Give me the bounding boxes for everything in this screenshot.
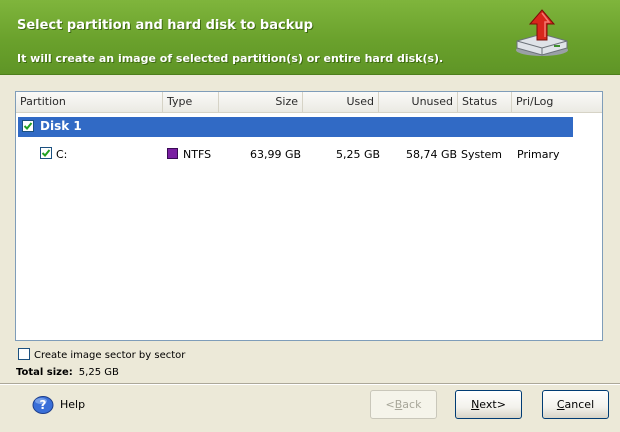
back-rest: ack: [402, 398, 422, 411]
back-prefix: <: [385, 398, 395, 411]
total-size: Total size: 5,25 GB: [16, 367, 119, 378]
partition-row[interactable]: C: NTFS 63,99 GB 5,25 GB 58,74 GB System…: [18, 145, 588, 165]
next-rest: ext>: [479, 398, 506, 411]
sector-by-sector-option[interactable]: Create image sector by sector: [18, 348, 185, 361]
cancel-mnemonic: C: [556, 398, 565, 411]
disk-backup-icon: [516, 9, 568, 56]
backup-wizard-dialog: Select partition and hard disk to backup…: [0, 0, 620, 432]
column-pri-log[interactable]: Pri/Log: [512, 92, 602, 112]
partition-used: 5,25 GB: [336, 148, 381, 161]
checkmark-icon: [41, 149, 51, 157]
list-header: Partition Type Size Used Unused Status P…: [16, 92, 602, 113]
disk-row[interactable]: Disk 1: [18, 117, 573, 137]
column-unused[interactable]: Unused: [379, 92, 458, 112]
partition-pri-log: Primary: [517, 148, 560, 161]
partition-size: 63,99 GB: [250, 148, 302, 161]
cancel-rest: ancel: [564, 398, 595, 411]
partition-list[interactable]: Partition Type Size Used Unused Status P…: [15, 91, 603, 341]
disk-checkbox[interactable]: [22, 120, 34, 132]
page-title: Select partition and hard disk to backup: [17, 18, 313, 33]
column-used[interactable]: Used: [303, 92, 379, 112]
sector-by-sector-checkbox[interactable]: [18, 348, 30, 360]
column-type[interactable]: Type: [163, 92, 219, 112]
help-icon: ?: [32, 396, 54, 414]
help-label: Help: [60, 398, 86, 411]
partition-name: C:: [56, 148, 68, 161]
svg-text:?: ?: [40, 398, 47, 412]
total-size-label: Total size:: [16, 367, 73, 378]
cancel-button[interactable]: Cancel: [542, 390, 609, 419]
partition-unused: 58,74 GB: [406, 148, 458, 161]
column-size[interactable]: Size: [219, 92, 303, 112]
sector-by-sector-label: Create image sector by sector: [34, 350, 186, 361]
disk-label: Disk 1: [40, 119, 82, 133]
ntfs-color-swatch: [167, 148, 178, 159]
partition-checkbox[interactable]: [40, 147, 52, 159]
next-button[interactable]: Next>: [455, 390, 522, 419]
checkmark-icon: [23, 122, 33, 130]
total-size-value: 5,25 GB: [78, 367, 119, 378]
wizard-header: Select partition and hard disk to backup…: [0, 0, 620, 75]
partition-type: NTFS: [183, 148, 212, 161]
column-status[interactable]: Status: [458, 92, 512, 112]
footer-divider: [0, 383, 620, 385]
partition-status: System: [461, 148, 503, 161]
partition-type-cell: NTFS: [167, 148, 211, 161]
column-partition[interactable]: Partition: [16, 92, 163, 112]
back-button[interactable]: <Back: [370, 390, 437, 419]
page-subtitle: It will create an image of selected part…: [17, 52, 444, 65]
